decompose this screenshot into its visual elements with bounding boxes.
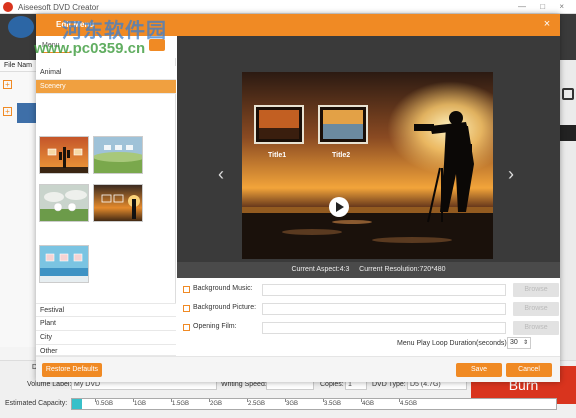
background-music-row: Background Music: Browse — [183, 283, 559, 297]
next-page-icon[interactable]: › — [508, 164, 514, 185]
menu-options: Background Music: Browse Background Pict… — [177, 278, 560, 356]
background-music-checkbox[interactable] — [183, 286, 190, 293]
capacity-tick: 4GB — [361, 399, 375, 407]
watermark-url: www.pc0359.cn — [34, 40, 146, 57]
template-panel: Animal Scenery Festival Plant City Other — [36, 58, 176, 356]
copies-label: Copies: — [320, 381, 344, 388]
right-panel — [560, 60, 576, 360]
category-scenery[interactable]: Scenery — [36, 80, 176, 94]
background-picture-row: Background Picture: Browse — [183, 302, 559, 316]
app-titlebar: Aiseesoft DVD Creator — □ × — [0, 0, 576, 14]
writing-speed-label: Writing Speed: — [221, 381, 267, 388]
background-music-browse-button[interactable]: Browse — [513, 283, 559, 297]
dialog-footer: Restore Defaults Save Cancel — [36, 356, 560, 382]
menu-preview: ‹ › Title1 Title2 — [177, 36, 560, 277]
template-thumbnail[interactable] — [39, 184, 89, 222]
capacity-tick: 3GB — [285, 399, 299, 407]
capacity-tick: 1GB — [133, 399, 147, 407]
window-controls[interactable]: — □ × — [518, 2, 570, 11]
preview-status-bar: Current Aspect:4:3 Current Resolution:72… — [177, 262, 560, 278]
capacity-tick: 0.5GB — [95, 399, 114, 407]
watermark-text: 河东软件园 — [62, 18, 167, 42]
opening-film-row: Opening Film: Browse — [183, 321, 559, 335]
stepper-icon: ⇕ — [522, 340, 528, 346]
estimated-capacity-label: Estimated Capacity: — [5, 400, 68, 407]
add-file-icon[interactable]: + — [3, 107, 12, 116]
restore-defaults-button[interactable]: Restore Defaults — [42, 363, 102, 377]
template-thumbnail[interactable] — [93, 136, 143, 174]
preview-background-image — [242, 72, 493, 259]
loop-duration-label: Menu Play Loop Duration(seconds): — [397, 340, 509, 347]
capacity-fill — [72, 399, 82, 409]
capacity-tick: 2GB — [209, 399, 223, 407]
capacity-tick: 2.5GB — [247, 399, 266, 407]
edit-menu-dialog: Edit Menu × Menu Animal Scenery Festival… — [36, 14, 560, 382]
background-picture-browse-button[interactable]: Browse — [513, 302, 559, 316]
aspect-value: 4:3 — [339, 266, 350, 273]
dvd-type-label: DVD Type: — [372, 381, 406, 388]
opening-film-field[interactable] — [262, 322, 506, 334]
opening-film-label: Opening Film: — [193, 323, 237, 330]
template-thumbnail[interactable] — [39, 245, 89, 283]
previous-page-icon[interactable]: ‹ — [218, 164, 224, 185]
category-city[interactable]: City — [36, 331, 176, 345]
volume-label: Volume Label: — [27, 381, 72, 388]
capacity-tick: 1.5GB — [171, 399, 190, 407]
video-thumbnail[interactable] — [17, 103, 36, 123]
capacity-bar: 0.5GB 1GB 1.5GB 2GB 2.5GB 3GB 3.5GB 4GB 4.5GB — [71, 398, 557, 410]
category-other[interactable]: Other — [36, 345, 176, 356]
opening-film-browse-button[interactable]: Browse — [513, 321, 559, 335]
background-picture-label: Background Picture: — [193, 304, 257, 311]
background-picture-field[interactable] — [262, 303, 506, 315]
app-title: Aiseesoft DVD Creator — [18, 3, 99, 12]
save-button[interactable]: Save — [456, 363, 502, 377]
file-name-column-header[interactable]: File Nam — [0, 60, 36, 72]
app-logo-icon — [3, 2, 13, 12]
category-plant[interactable]: Plant — [36, 317, 176, 331]
aspect-label: Current Aspect: — [291, 266, 340, 273]
background-picture-checkbox[interactable] — [183, 305, 190, 312]
resolution-label: Current Resolution: — [359, 266, 420, 273]
preview-thumbnail — [560, 125, 576, 141]
capacity-tick: 4.5GB — [399, 399, 418, 407]
watermark-logo — [8, 16, 34, 38]
template-thumbnails — [36, 121, 176, 303]
template-thumbnail[interactable] — [93, 184, 143, 222]
loop-duration-select[interactable]: 30 ⇕ — [507, 337, 531, 349]
loop-duration-value: 30 — [510, 339, 518, 346]
template-thumbnail[interactable] — [39, 136, 89, 174]
add-file-icon[interactable]: + — [3, 80, 12, 89]
background-music-label: Background Music: — [193, 285, 253, 292]
close-icon[interactable]: × — [540, 17, 554, 31]
cancel-button[interactable]: Cancel — [506, 363, 552, 377]
resolution-value: 720*480 — [419, 266, 446, 273]
category-animal[interactable]: Animal — [36, 66, 176, 80]
opening-film-checkbox[interactable] — [183, 324, 190, 331]
capacity-tick: 3.5GB — [323, 399, 342, 407]
title1-label[interactable]: Title1 — [268, 152, 286, 159]
title2-label[interactable]: Title2 — [332, 152, 350, 159]
edit-icon[interactable] — [562, 88, 574, 100]
background-music-field[interactable] — [262, 284, 506, 296]
category-festival[interactable]: Festival — [36, 303, 176, 317]
